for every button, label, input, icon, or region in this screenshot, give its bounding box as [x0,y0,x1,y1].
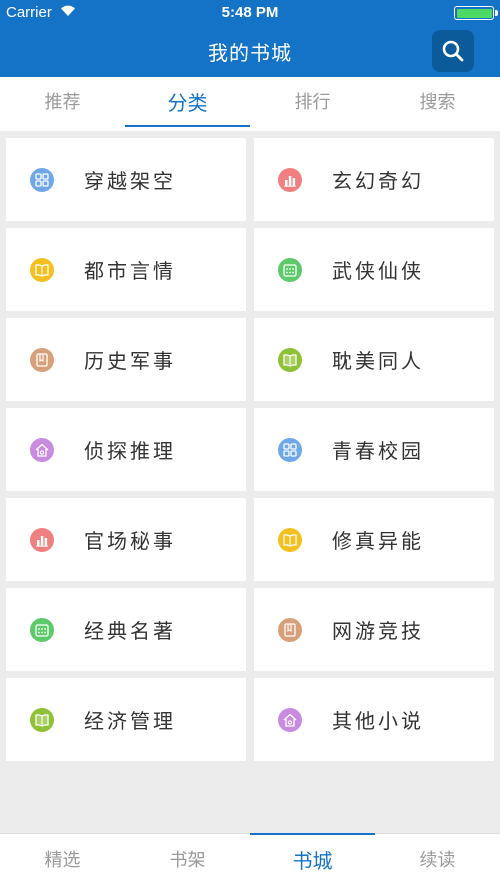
category-item[interactable]: 经济管理 [6,678,246,761]
category-label: 其他小说 [332,709,424,733]
category-item[interactable]: 经典名著 [6,588,246,671]
bottom-tab-bookshelf[interactable]: 书架 [125,834,250,888]
category-item[interactable]: 修真异能 [254,498,494,581]
category-label: 耽美同人 [332,349,424,373]
grid-icon [278,437,302,462]
app-header: Carrier 5:48 PM 我的书城 [0,0,500,77]
open-book-icon [278,527,302,552]
tab-search[interactable]: 搜索 [375,77,500,131]
category-item[interactable]: 官场秘事 [6,498,246,581]
category-label: 侦探推理 [84,439,176,463]
bottom-tab-bookstore[interactable]: 书城 [250,833,375,888]
category-label: 经济管理 [84,709,176,733]
category-grid: 穿越架空 玄幻奇幻都市言情 武侠仙侠历史军事 耽美同人侦探推理 青春校园官场秘事 修真异能… [6,138,494,761]
page-title: 我的书城 [208,41,292,65]
category-item[interactable]: 穿越架空 [6,138,246,221]
category-item[interactable]: 网游竞技 [254,588,494,671]
category-label: 玄幻奇幻 [332,169,424,193]
calendar-icon [30,617,54,642]
category-item[interactable]: 青春校园 [254,408,494,491]
category-label: 武侠仙侠 [332,259,424,283]
category-label: 官场秘事 [84,529,176,553]
category-label: 修真异能 [332,529,424,553]
calendar-icon [278,257,302,282]
bottom-tab-continue[interactable]: 续读 [375,834,500,888]
open-book-icon [30,257,54,282]
battery-icon [454,6,498,20]
home-icon [30,437,54,462]
category-label: 青春校园 [332,439,424,463]
status-time: 5:48 PM [221,4,279,21]
category-item[interactable]: 侦探推理 [6,408,246,491]
search-icon [442,40,464,62]
bar-chart-icon [278,167,302,192]
scroll-icon [30,347,54,372]
book-icon [30,707,54,732]
bottom-tab-bar: 精选 书架 书城 续读 [0,833,500,888]
category-item[interactable]: 历史军事 [6,318,246,401]
category-item[interactable]: 都市言情 [6,228,246,311]
category-label: 经典名著 [84,619,176,643]
tab-category[interactable]: 分类 [125,77,250,131]
bar-chart-icon [30,527,54,552]
scroll-icon [278,617,302,642]
category-label: 穿越架空 [84,169,176,193]
bottom-tab-featured[interactable]: 精选 [0,834,125,888]
status-bar: Carrier 5:48 PM [0,0,500,26]
tab-ranking[interactable]: 排行 [250,77,375,131]
category-item[interactable]: 玄幻奇幻 [254,138,494,221]
tab-recommend[interactable]: 推荐 [0,77,125,131]
category-label: 都市言情 [84,259,176,283]
grid-icon [30,167,54,192]
home-icon [278,707,302,732]
search-button[interactable] [432,30,474,72]
category-label: 网游竞技 [332,619,424,643]
category-item[interactable]: 耽美同人 [254,318,494,401]
category-item[interactable]: 武侠仙侠 [254,228,494,311]
top-tabs: 推荐 分类 排行 搜索 [0,77,500,131]
category-item[interactable]: 其他小说 [254,678,494,761]
category-label: 历史军事 [84,349,176,373]
book-icon [278,347,302,372]
